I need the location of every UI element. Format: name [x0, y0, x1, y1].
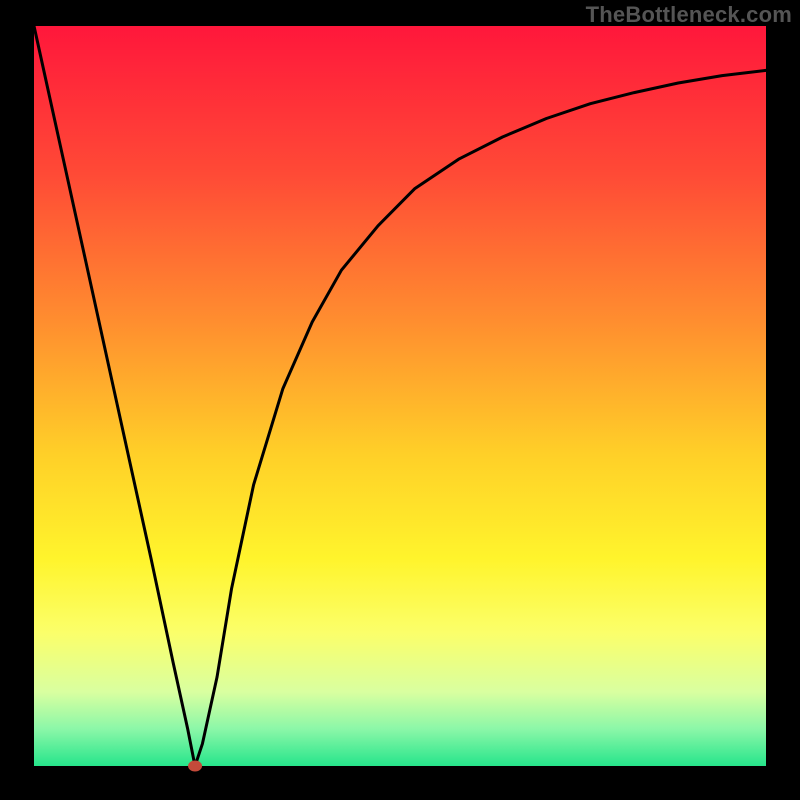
bottleneck-chart	[0, 0, 800, 800]
chart-frame: { "watermark": "TheBottleneck.com", "col…	[0, 0, 800, 800]
minimum-marker-icon	[188, 761, 202, 772]
plot-background	[34, 26, 766, 766]
